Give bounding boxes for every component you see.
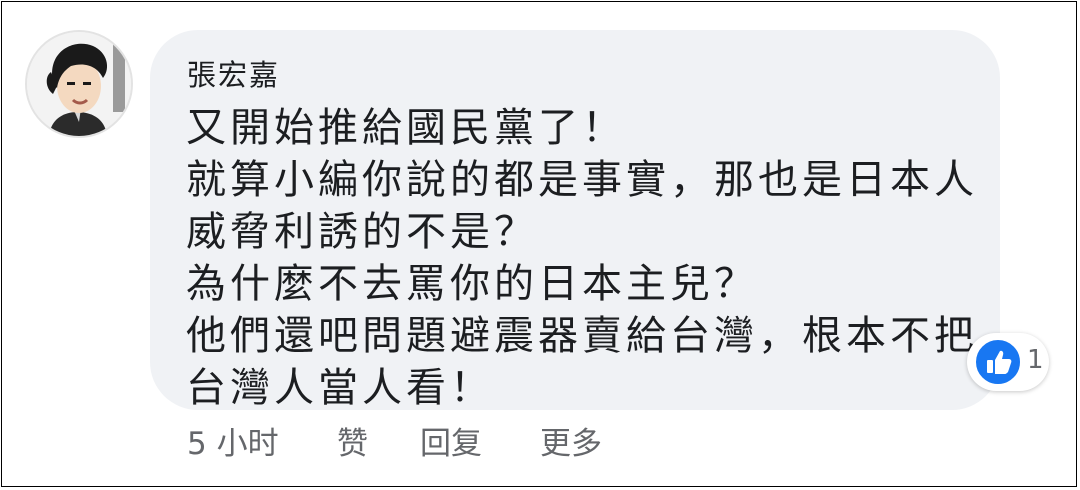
comment-text-line: 又開始推給國民黨了！ — [186, 105, 626, 151]
comment-text-line: 威脅利誘的不是？ — [186, 209, 538, 255]
avatar-portrait-icon — [27, 32, 131, 136]
reaction-count: 1 — [1027, 345, 1044, 375]
reply-button[interactable]: 回复 — [420, 424, 482, 464]
avatar[interactable] — [25, 30, 133, 138]
comment-text-line: 就算小編你說的都是事實，那也是日本人 — [186, 157, 978, 203]
reaction-summary[interactable]: 1 — [967, 333, 1049, 391]
comment-text: 又開始推給國民黨了！ 就算小編你說的都是事實，那也是日本人 威脅利誘的不是？ 為… — [186, 102, 976, 414]
comment-text-line: 台灣人當人看！ — [186, 365, 494, 411]
more-button[interactable]: 更多 — [540, 424, 602, 464]
comment-author-name[interactable]: 張宏嘉 — [187, 52, 280, 94]
like-icon — [974, 338, 1022, 386]
like-button[interactable]: 赞 — [337, 424, 368, 464]
comment-text-line: 為什麼不去罵你的日本主兒？ — [186, 261, 758, 307]
comment-text-line: 他們還吧問題避震器賣給台灣，根本不把 — [186, 313, 978, 359]
comment-timestamp[interactable]: 5 小时 — [187, 424, 279, 464]
